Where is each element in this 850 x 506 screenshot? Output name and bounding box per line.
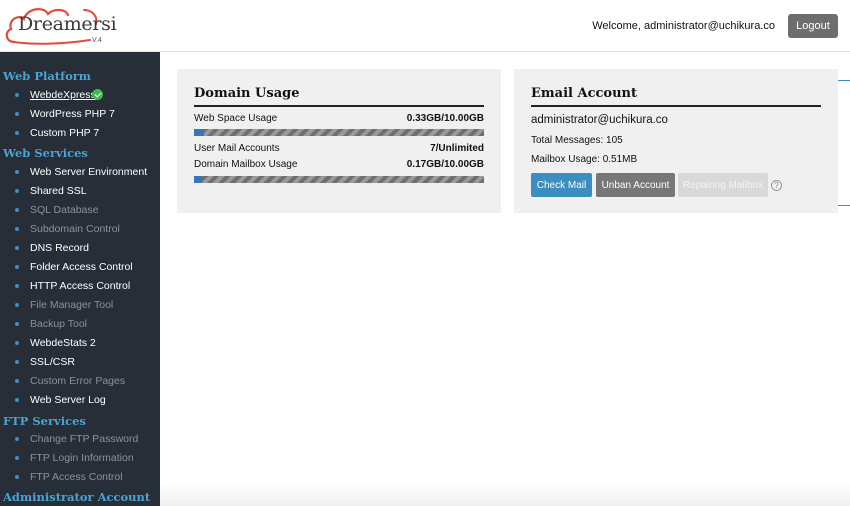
sidebar-item-change-ftp-password: Change FTP Password [0,431,160,450]
bullet-icon [15,208,19,212]
web-space-progress-fill [194,129,204,136]
sidebar-item-ftp-login-information: FTP Login Information [0,450,160,469]
bullet-icon [15,322,19,326]
sidebar-item-folder-access-control[interactable]: Folder Access Control [0,259,160,278]
main-content: Domain Usage Web Space Usage 0.33GB/10.0… [160,52,850,506]
bullet-icon [15,398,19,402]
logout-button[interactable]: Logout [788,14,838,38]
sidebar-item-label: Backup Tool [30,318,88,330]
sidebar-item-sql-database: SQL Database [0,202,160,221]
sidebar-item-subdomain-control: Subdomain Control [0,221,160,240]
sidebar-item-label: SQL Database [30,204,99,216]
sidebar-item-label: File Manager Tool [30,299,114,311]
edge-accent-line [838,205,850,206]
welcome-text: Welcome, administrator@uchikura.co [592,20,775,32]
bullet-icon [15,437,19,441]
sidebar-item-label: SSL/CSR [30,356,75,368]
sidebar-item-label: WebdeXpress [30,89,96,101]
total-messages: Total Messages: 105 [531,135,623,146]
logo-text: Dreamersi [18,13,117,35]
section-title-ftp-services: FTP Services [3,414,86,428]
sidebar-item-label: FTP Login Information [30,452,134,464]
sidebar-item-ssl-csr[interactable]: SSL/CSR [0,354,160,373]
bullet-icon [15,475,19,479]
bullet-icon [15,170,19,174]
sidebar-item-label: Custom Error Pages [30,375,126,387]
title-divider [531,105,821,107]
sidebar-item-backup-tool: Backup Tool [0,316,160,335]
bullet-icon [15,131,19,135]
section-title-administrator-account: Administrator Account [3,490,151,504]
bullet-icon [15,227,19,231]
domain-mailbox-label: Domain Mailbox Usage [194,159,298,170]
sidebar-item-label: Custom PHP 7 [30,127,100,139]
mailbox-usage: Mailbox Usage: 0.51MB [531,154,638,165]
bullet-icon [15,189,19,193]
bullet-icon [15,456,19,460]
sidebar-item-http-access-control[interactable]: HTTP Access Control [0,278,160,297]
sidebar-item-label: Shared SSL [30,185,87,197]
web-space-label: Web Space Usage [194,113,278,124]
sidebar-item-webdestats2[interactable]: WebdeStats 2 [0,335,160,354]
sidebar-item-ftp-access-control: FTP Access Control [0,469,160,488]
bullet-icon [15,93,19,97]
sidebar-item-file-manager-tool: File Manager Tool [0,297,160,316]
sidebar-item-label: DNS Record [30,242,89,254]
domain-mailbox-progress-bar [194,176,484,183]
dreamersi-logo[interactable]: Dreamersi V.4 [4,4,117,48]
email-address: administrator@uchikura.co [531,114,668,126]
web-space-progress-bar [194,129,484,136]
sidebar-item-label: WebdeStats 2 [30,337,96,349]
sidebar-item-label: HTTP Access Control [30,280,131,292]
domain-usage-title: Domain Usage [194,86,300,101]
check-mail-button[interactable]: Check Mail [531,173,592,197]
sidebar-item-dns-record[interactable]: DNS Record [0,240,160,259]
bullet-icon [15,112,19,116]
repairing-mailbox-button: Repairing Mailbox [678,173,768,197]
domain-mailbox-value: 0.17GB/10.00GB [406,159,484,170]
section-title-web-platform: Web Platform [3,69,91,83]
sidebar-item-label: Folder Access Control [30,261,133,273]
email-account-card: Email Account administrator@uchikura.co … [514,69,838,213]
user-mail-accounts-label: User Mail Accounts [194,143,280,154]
sidebar-item-label: Web Server Environment [30,166,148,178]
sidebar-item-label: Change FTP Password [30,433,139,445]
title-divider [194,105,484,107]
sidebar-item-shared-ssl[interactable]: Shared SSL [0,183,160,202]
sidebar-item-label: FTP Access Control [30,471,123,483]
bullet-icon [15,379,19,383]
edge-accent-line [838,80,850,81]
bullet-icon [15,360,19,364]
bottom-fade [160,484,850,506]
sidebar-item-web-server-log[interactable]: Web Server Log [0,392,160,411]
web-space-value: 0.33GB/10.00GB [406,113,484,124]
logo-version: V.4 [92,37,102,44]
section-title-web-services: Web Services [3,146,88,160]
check-circle-icon [92,89,103,100]
sidebar-item-label: Subdomain Control [30,223,120,235]
sidebar: Web Platform WebdeXpress WordPress PHP 7… [0,52,160,506]
domain-usage-card: Domain Usage Web Space Usage 0.33GB/10.0… [177,69,501,213]
bullet-icon [15,284,19,288]
email-account-title: Email Account [531,86,637,101]
sidebar-item-webdexpress[interactable]: WebdeXpress [0,87,160,106]
bullet-icon [15,303,19,307]
user-mail-accounts-value: 7/Unlimited [430,143,484,154]
help-icon[interactable]: ? [771,180,782,191]
domain-mailbox-progress-fill [194,176,202,183]
sidebar-item-label: WordPress PHP 7 [30,108,115,120]
sidebar-item-web-server-environment[interactable]: Web Server Environment [0,164,160,183]
sidebar-item-wordpress-php7[interactable]: WordPress PHP 7 [0,106,160,125]
bullet-icon [15,246,19,250]
sidebar-item-custom-php7[interactable]: Custom PHP 7 [0,125,160,144]
sidebar-item-label: Web Server Log [30,394,106,406]
bullet-icon [15,265,19,269]
sidebar-item-custom-error-pages: Custom Error Pages [0,373,160,392]
bullet-icon [15,341,19,345]
top-header: Dreamersi V.4 Welcome, administrator@uch… [0,0,850,52]
unban-account-button[interactable]: Unban Account [596,173,675,197]
